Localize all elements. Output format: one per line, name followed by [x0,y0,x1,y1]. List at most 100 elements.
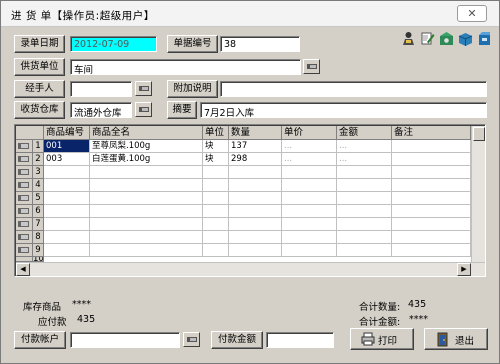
row-indicator[interactable] [16,244,33,257]
grid-cell-price[interactable]: ... [282,140,337,153]
grid-cell-empty[interactable] [44,244,90,257]
grid-cell-empty[interactable] [90,205,203,218]
warehouse-lookup-button[interactable] [135,102,152,117]
grid-cell-amount[interactable]: ... [337,153,392,166]
grid-cell-code[interactable]: 003 [44,153,90,166]
record-date-field[interactable]: 2012-07-09 [70,36,157,52]
supplier-lookup-button[interactable] [303,59,320,74]
grid-cell-empty[interactable] [282,244,337,257]
row-indicator[interactable] [16,218,33,231]
grid-cell-empty[interactable] [203,205,229,218]
supplier-button[interactable]: 供货单位 [14,58,65,76]
grid-cell-empty[interactable] [282,192,337,205]
row-indicator[interactable] [16,192,33,205]
grid-cell-empty[interactable] [229,166,282,179]
doc-number-button[interactable]: 单据编号 [167,35,218,53]
grid-cell-note[interactable] [392,140,471,153]
supplier-field[interactable]: 车间 [70,59,301,75]
grid-cell-empty[interactable] [44,205,90,218]
column-header-price[interactable]: 单价 [282,126,337,140]
grid-cell-empty[interactable] [203,192,229,205]
grid-cell-empty[interactable] [282,205,337,218]
grid-cell-empty[interactable] [282,179,337,192]
grid-cell-empty[interactable] [90,166,203,179]
handler-button[interactable]: 经手人 [14,80,65,98]
grid-cell-empty[interactable] [282,166,337,179]
grid-cell-empty[interactable] [337,218,392,231]
grid-cell-empty[interactable] [44,192,90,205]
row-indicator[interactable] [16,153,33,166]
grid-cell-empty[interactable] [392,244,471,257]
summary-button[interactable]: 摘要 [167,101,197,119]
grid-cell-empty[interactable] [229,179,282,192]
grid-cell-empty[interactable] [44,166,90,179]
grid-cell-empty[interactable] [229,205,282,218]
grid-cell-empty[interactable] [90,192,203,205]
grid-cell-empty[interactable] [337,205,392,218]
row-indicator[interactable] [16,179,33,192]
grid-cell-unit[interactable]: 块 [203,153,229,166]
grid-cell-empty[interactable] [90,218,203,231]
product-grid[interactable]: 商品编号 商品全名 单位 数量 单价 金额 备注 1 001 至尊凤梨.100g… [14,124,486,277]
grid-cell-empty[interactable] [392,231,471,244]
column-header-amount[interactable]: 金额 [337,126,392,140]
row-indicator[interactable] [16,140,33,153]
vertical-scrollbar[interactable] [471,126,485,262]
grid-cell-empty[interactable] [44,179,90,192]
grid-cell-empty[interactable] [90,244,203,257]
settings-icon[interactable] [438,30,455,47]
row-indicator[interactable] [16,205,33,218]
grid-cell-empty[interactable] [392,179,471,192]
package-icon[interactable] [457,30,474,47]
pay-account-field[interactable] [70,332,180,348]
grid-cell-empty[interactable] [203,166,229,179]
note-field[interactable] [220,81,487,97]
grid-cell-empty[interactable] [203,179,229,192]
grid-cell-empty[interactable] [44,218,90,231]
pay-amount-button[interactable]: 付款金额 [211,331,263,349]
grid-cell-empty[interactable] [203,218,229,231]
grid-cell-name[interactable]: 白莲蛋黄.100g [90,153,203,166]
warehouse-field[interactable]: 流通外仓库 [70,102,132,118]
pay-amount-field[interactable] [266,332,334,348]
column-header-unit[interactable]: 单位 [203,126,229,140]
grid-cell-amount[interactable]: ... [337,140,392,153]
column-header-qty[interactable]: 数量 [229,126,282,140]
grid-cell-empty[interactable] [282,231,337,244]
grid-cell-empty[interactable] [337,192,392,205]
scroll-left-icon[interactable]: ◀ [16,263,30,276]
grid-cell-empty[interactable] [203,244,229,257]
grid-cell-empty[interactable] [337,231,392,244]
close-button[interactable]: ✕ [457,5,487,22]
print-button[interactable]: 打印 [350,328,414,350]
pay-account-button[interactable]: 付款帐户 [14,331,66,349]
handler-lookup-button[interactable] [135,81,152,96]
user-icon[interactable] [400,30,417,47]
row-indicator[interactable] [16,231,33,244]
doc-number-field[interactable]: 38 [220,36,300,52]
horizontal-scrollbar[interactable]: ◀ ▶ [16,262,485,276]
exit-button[interactable]: 退出 [424,328,488,350]
grid-cell-empty[interactable] [229,192,282,205]
grid-cell-empty[interactable] [229,244,282,257]
summary-field[interactable]: 7月2日入库 [200,102,487,118]
grid-cell-name[interactable]: 至尊凤梨.100g [90,140,203,153]
grid-cell-empty[interactable] [337,166,392,179]
grid-cell-empty[interactable] [203,231,229,244]
grid-cell-empty[interactable] [337,179,392,192]
grid-cell-unit[interactable]: 块 [203,140,229,153]
grid-cell-empty[interactable] [90,231,203,244]
edit-icon[interactable] [419,30,436,47]
note-button[interactable]: 附加说明 [167,80,218,98]
grid-cell-code[interactable]: 001 [44,140,90,153]
grid-cell-empty[interactable] [282,218,337,231]
grid-cell-price[interactable]: ... [282,153,337,166]
grid-cell-note[interactable] [392,153,471,166]
grid-cell-qty[interactable]: 298 [229,153,282,166]
grid-cell-empty[interactable] [392,205,471,218]
scroll-thumb[interactable] [473,127,485,141]
column-header-note[interactable]: 备注 [392,126,471,140]
scroll-right-icon[interactable]: ▶ [457,263,471,276]
row-indicator[interactable] [16,166,33,179]
handler-field[interactable] [70,81,132,97]
